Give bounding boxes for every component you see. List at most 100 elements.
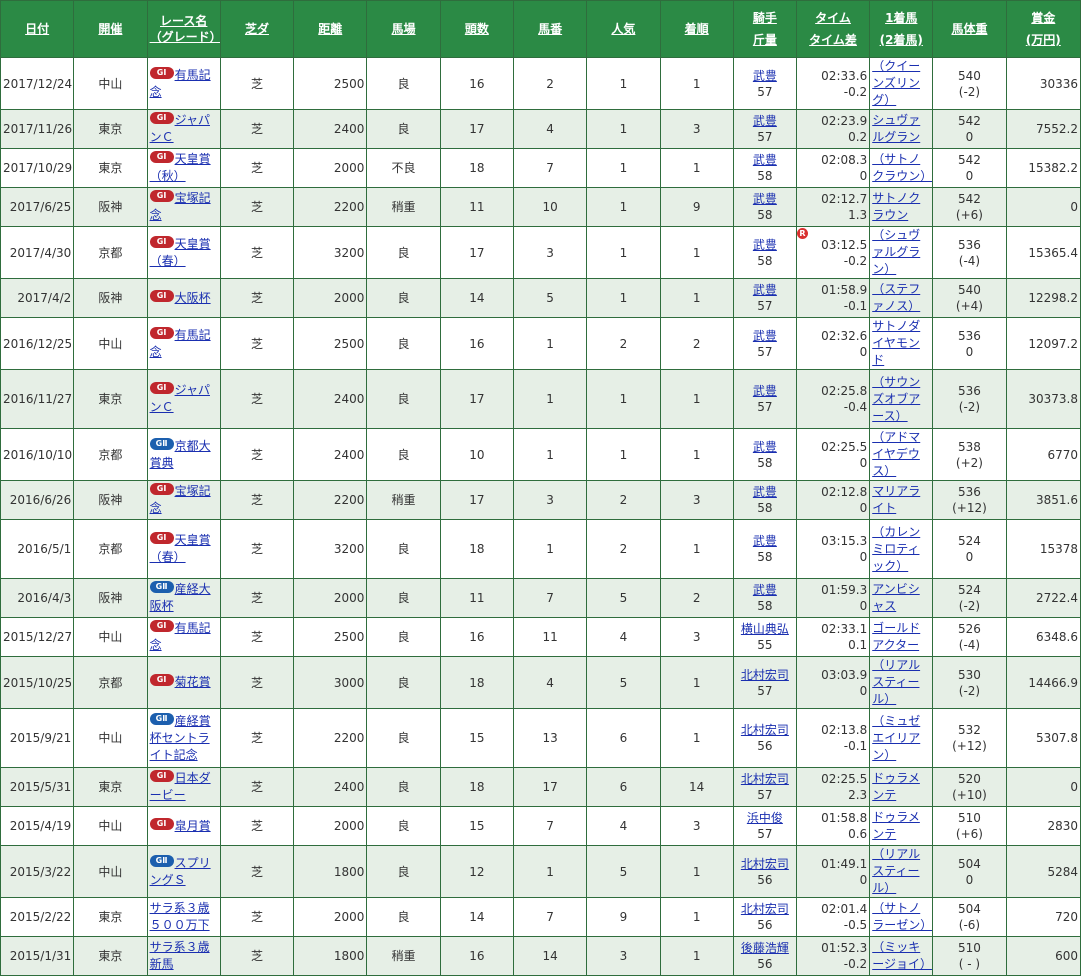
date-cell: 2015/5/31 — [0, 767, 75, 807]
header-distance[interactable]: 距離 — [293, 0, 368, 58]
date-cell: 2017/10/29 — [0, 148, 75, 188]
jockey-link[interactable]: 武豊 — [736, 582, 794, 598]
header-horse-no[interactable]: 馬番 — [512, 0, 588, 58]
header-popularity[interactable]: 人気 — [586, 0, 661, 58]
winner-link[interactable]: （カレンミロティック） — [872, 525, 920, 573]
header-weight[interactable]: 馬体重 — [932, 0, 1007, 58]
header-prize[interactable]: 賞金 (万円) — [1005, 0, 1081, 58]
header-track[interactable]: 馬場 — [366, 0, 441, 58]
body-weight-change: (+12) — [952, 501, 987, 515]
header-time[interactable]: タイム タイム差 — [795, 0, 871, 58]
finish-cell: 3 — [659, 109, 734, 149]
jockey-link[interactable]: 武豊 — [736, 191, 794, 207]
jockey-link[interactable]: 後藤浩輝 — [736, 940, 794, 956]
horse-no-cell: 14 — [512, 936, 588, 976]
header-date[interactable]: 日付 — [0, 0, 75, 58]
track-cell: 良 — [366, 109, 441, 149]
time-cell: R 03:12.5 -0.2 — [795, 226, 871, 279]
prize-cell: 2722.4 — [1005, 578, 1081, 618]
body-weight-cell: 504 0 — [932, 845, 1007, 898]
winner-link[interactable]: （クイーンズリング） — [872, 59, 920, 107]
date-cell: 2017/6/25 — [0, 187, 75, 227]
body-weight: 504 — [958, 902, 981, 916]
winner-link[interactable]: サトノダイヤモンド — [872, 319, 920, 367]
date-cell: 2015/10/25 — [0, 656, 75, 709]
popularity-cell: 1 — [586, 57, 661, 110]
header-venue[interactable]: 開催 — [73, 0, 148, 58]
winner-link[interactable]: （ステファノス） — [872, 282, 920, 313]
distance-cell: 2200 — [293, 708, 368, 768]
jockey-link[interactable]: 武豊 — [736, 328, 794, 344]
distance-cell: 3200 — [293, 226, 368, 279]
jockey-link[interactable]: 浜中俊 — [736, 810, 794, 826]
jockey-link[interactable]: 北村宏司 — [736, 901, 794, 917]
jockey-link[interactable]: 北村宏司 — [736, 667, 794, 683]
jockey-link[interactable]: 武豊 — [736, 533, 794, 549]
finish-cell: 2 — [659, 578, 734, 618]
jockey-weight: 58 — [757, 208, 773, 222]
winner-cell: （リアルスティール） — [869, 845, 934, 898]
body-weight-cell: 540 (+4) — [932, 278, 1007, 318]
body-weight-change: 0 — [965, 130, 974, 144]
jockey-link[interactable]: 武豊 — [736, 68, 794, 84]
jockey-link[interactable]: 武豊 — [736, 439, 794, 455]
race-link[interactable]: サラ系３歳５００万下 — [150, 901, 210, 932]
winner-link[interactable]: （ミュゼエイリアン） — [872, 714, 920, 762]
race-results-table: 日付 開催 レース名 （グレード） 芝ダ 距離 馬場 頭数 馬番 人気 着順 騎手… — [0, 0, 1081, 976]
winner-link[interactable]: （サトノクラウン） — [872, 152, 932, 183]
horse-no-cell: 7 — [512, 806, 588, 846]
winner-link[interactable]: （サウンズオブアース） — [872, 375, 920, 423]
distance-cell: 2500 — [293, 617, 368, 657]
winner-link[interactable]: （リアルスティール） — [872, 847, 920, 895]
jockey-link[interactable]: 武豊 — [736, 237, 794, 253]
winner-link[interactable]: （アドマイヤデウス） — [872, 430, 920, 478]
winner-link[interactable]: （リアルスティール） — [872, 658, 920, 706]
venue-cell: 中山 — [73, 617, 148, 657]
table-row: 2016/12/25 中山 GⅠ 有馬記念芝 2500 良 16 1 2 2 武豊 57 02:32.6… — [0, 317, 1081, 370]
winner-link[interactable]: （シュヴァルグラン） — [872, 228, 920, 276]
winner-link[interactable]: ドゥラメンテ — [872, 810, 920, 841]
race-link[interactable]: 菊花賞 — [175, 675, 211, 689]
winner-link[interactable]: マリアライト — [872, 484, 920, 515]
winner-link[interactable]: ゴールドアクター — [872, 621, 920, 652]
winner-cell: （シュヴァルグラン） — [869, 226, 934, 279]
header-finish[interactable]: 着順 — [659, 0, 734, 58]
time-cell: 02:08.3 0 — [795, 148, 871, 188]
winner-link[interactable]: アンビシャス — [872, 582, 920, 613]
header-runners[interactable]: 頭数 — [439, 0, 514, 58]
results-body: 2017/12/24 中山 GⅠ 有馬記念芝 2500 良 16 2 1 1 武豊 57 02:33.6… — [0, 57, 1081, 976]
winner-link[interactable]: （サトノラーゼン） — [872, 901, 932, 932]
distance-cell: 2400 — [293, 767, 368, 807]
jockey-link[interactable]: 武豊 — [736, 113, 794, 129]
winner-link[interactable]: （ミッキージョイ） — [872, 940, 932, 971]
header-winner[interactable]: 1着馬 (2着馬) — [869, 0, 934, 58]
jockey-link[interactable]: 武豊 — [736, 282, 794, 298]
grade-badge: GⅠ — [149, 770, 174, 782]
winner-link[interactable]: ドゥラメンテ — [872, 771, 920, 802]
winner-cell: アンビシャス — [869, 578, 934, 618]
table-row: 2015/10/25 京都 GⅠ 菊花賞芝 3000 良 18 4 5 1 北村宏司 57 03:03.… — [0, 656, 1081, 709]
body-weight-change: (-2) — [958, 599, 981, 613]
header-race[interactable]: レース名 （グレード） — [146, 0, 221, 58]
jockey-link[interactable]: 武豊 — [736, 484, 794, 500]
table-row: 2017/4/30 京都 GⅠ 天皇賞（春）芝 3200 良 17 3 1 1 武豊 58 R 03:12… — [0, 226, 1081, 279]
jockey-link[interactable]: 北村宏司 — [736, 722, 794, 738]
race-link[interactable]: サラ系３歳新馬 — [150, 940, 210, 971]
jockey-link[interactable]: 武豊 — [736, 383, 794, 399]
track-cell: 良 — [366, 519, 441, 579]
header-jockey[interactable]: 騎手 斤量 — [732, 0, 797, 58]
race-link[interactable]: 大阪杯 — [175, 291, 211, 305]
jockey-weight: 58 — [757, 253, 773, 268]
winner-link[interactable]: シュヴァルグラン — [872, 113, 920, 144]
race-link[interactable]: 皐月賞 — [175, 819, 211, 833]
surface-cell: 芝 — [219, 578, 295, 618]
winner-link[interactable]: サトノクラウン — [872, 191, 920, 222]
body-weight-change: (+12) — [952, 739, 987, 753]
jockey-link[interactable]: 北村宏司 — [736, 856, 794, 872]
jockey-link[interactable]: 武豊 — [736, 152, 794, 168]
jockey-link[interactable]: 横山典弘 — [736, 621, 794, 637]
header-surface[interactable]: 芝ダ — [219, 0, 295, 58]
body-weight: 542 — [958, 153, 981, 167]
jockey-weight: 57 — [757, 400, 773, 414]
jockey-link[interactable]: 北村宏司 — [736, 771, 794, 787]
